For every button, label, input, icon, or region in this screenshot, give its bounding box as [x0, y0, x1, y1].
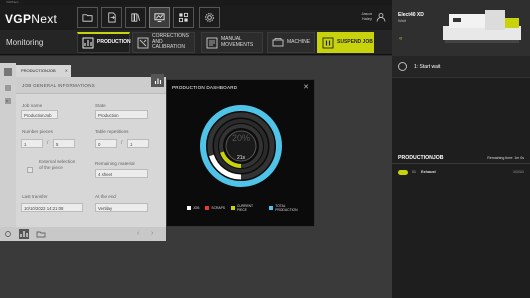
user-icon[interactable] — [376, 12, 386, 22]
machine-icon — [272, 37, 284, 46]
at-the-end-field[interactable]: Vertilay — [95, 203, 148, 212]
nav-row: Monitoring Production Corrections and Ca… — [0, 30, 392, 55]
chevron-double-left-icon[interactable]: « — [399, 36, 402, 42]
folder-open-icon[interactable] — [36, 229, 46, 239]
row-label: Exhaust — [421, 170, 436, 174]
list-icon[interactable] — [3, 83, 13, 93]
legend-job: JOB — [187, 206, 199, 210]
last-transfer-label: Last transfer — [22, 194, 48, 199]
panel-side-toolbar — [0, 63, 16, 240]
nav-manual-movements-label: Manual Movements — [221, 36, 254, 48]
settings-list-icon[interactable] — [3, 96, 13, 106]
movements-icon — [206, 37, 218, 48]
remaining-time: Remaining time: 1m 0s — [487, 156, 524, 160]
state-label: State — [95, 103, 106, 108]
panel-footer-toolbar: ‹ › — [0, 227, 166, 241]
nav-machine-label: Machine — [287, 38, 311, 45]
pieces-total-field[interactable]: 5 — [53, 139, 75, 148]
nav-manual-movements-button[interactable]: Manual Movements — [201, 32, 263, 53]
at-the-end-label: At the end — [95, 194, 116, 199]
top-bar: VGPNext Jason Haley — [0, 5, 392, 30]
chevron-left-icon[interactable]: ‹ — [137, 229, 147, 239]
folder-icon[interactable] — [77, 7, 98, 28]
pieces-label: Number pieces — [22, 129, 53, 134]
machine-sidebar: Elect40 XD Wait « 1: Start wait PRODUCTI… — [392, 0, 530, 298]
calibration-icon — [137, 37, 149, 48]
nav-calibration-label: Corrections and Calibration — [152, 33, 189, 51]
step-circle-icon — [398, 62, 407, 71]
dashboard-legend: JOB SCRAPS CURRENT PIECE TOTAL PRODUCTIO… — [187, 204, 314, 212]
job-name-label: Job name — [22, 103, 43, 108]
step-item[interactable]: 1: Start wait — [392, 56, 530, 78]
last-transfer-field[interactable]: 10/10/2022 14:21:08 — [21, 203, 83, 212]
section-title: Monitoring — [6, 38, 44, 47]
monitor-icon[interactable] — [149, 7, 170, 28]
suspend-job-button[interactable]: Suspend Job — [317, 32, 374, 53]
remaining-material-label: Remaining material — [95, 161, 135, 166]
job-info-header: JOB GENERAL INFORMATIONS — [16, 74, 166, 94]
nav-production-button[interactable]: Production — [77, 32, 131, 53]
legend-scraps: SCRAPS — [205, 206, 225, 210]
user-name: Jason Haley — [361, 11, 372, 21]
pieces-done-field[interactable]: 1 — [21, 139, 43, 148]
state-field[interactable]: Production — [95, 110, 148, 119]
settings-icon[interactable] — [3, 229, 13, 239]
close-icon[interactable]: ✕ — [303, 83, 309, 91]
repetitions-label: Table repetitions — [95, 129, 129, 134]
legend-current-piece: CURRENT PIECE — [230, 204, 263, 212]
machine-state: Wait — [398, 18, 406, 23]
machine-header: Elect40 XD Wait « — [392, 0, 530, 56]
external-selection-checkbox[interactable] — [27, 167, 33, 173]
elapsed-time: 21s — [236, 155, 246, 161]
production-icon — [82, 37, 94, 49]
legend-total-production: TOTAL PRODUCTION — [269, 204, 308, 212]
repetitions-separator: / — [121, 140, 123, 146]
nav-calibration-button[interactable]: Corrections and Calibration — [132, 32, 195, 53]
bar-chart-icon[interactable] — [151, 74, 164, 87]
external-selection-label: External selection of the piece — [39, 159, 76, 170]
close-icon[interactable]: ✕ — [65, 68, 68, 73]
repetitions-total-field[interactable]: 1 — [127, 139, 149, 148]
job-tab-label: PRODUCTIONJOB — [21, 68, 56, 73]
row-toggle[interactable] — [398, 170, 408, 175]
remaining-material-field[interactable]: 4 sheet — [95, 169, 148, 178]
progress-percent: 20% — [231, 133, 250, 143]
row-count: 1/1/1/1 — [513, 170, 524, 174]
gear-icon[interactable] — [199, 7, 220, 28]
step-label: 1: Start wait — [414, 64, 441, 70]
production-dashboard: PRODUCTION DASHBOARD ✕ 20% 21s JOB SCRAP… — [166, 79, 315, 227]
file-export-icon[interactable] — [101, 7, 122, 28]
statistics-icon[interactable] — [19, 229, 29, 239]
job-info-panel: JOB GENERAL INFORMATIONS Job name Produc… — [16, 74, 166, 240]
row-number: 01 — [412, 170, 416, 174]
job-name-field[interactable]: ProductionJob — [21, 110, 58, 119]
suspend-job-label: Suspend Job — [337, 38, 373, 45]
app-logo: VGPNext — [5, 12, 58, 26]
repetitions-done-field[interactable]: 0 — [95, 139, 117, 148]
divider — [392, 163, 530, 164]
machine-image — [443, 10, 521, 43]
pause-icon — [322, 37, 334, 48]
app-root: VGPNext VGPNext Jason Haley Monitoring P… — [0, 0, 530, 298]
job-info-heading: JOB GENERAL INFORMATIONS — [22, 83, 95, 88]
layers-icon[interactable] — [3, 67, 13, 77]
nav-production-label: Production — [97, 39, 131, 46]
chevron-right-icon[interactable]: › — [151, 229, 161, 239]
nav-machine-button[interactable]: Machine — [267, 32, 315, 53]
production-job-row[interactable]: 01 Exhaust 1/1/1/1 — [392, 167, 530, 179]
production-gauge — [200, 105, 282, 187]
pieces-separator: / — [47, 140, 49, 146]
apps-icon[interactable] — [173, 7, 194, 28]
book-icon[interactable] — [125, 7, 146, 28]
job-tab[interactable]: PRODUCTIONJOB ✕ — [16, 65, 71, 77]
dashboard-title: PRODUCTION DASHBOARD — [172, 85, 238, 90]
production-job-title: PRODUCTIONJOB — [398, 155, 444, 161]
